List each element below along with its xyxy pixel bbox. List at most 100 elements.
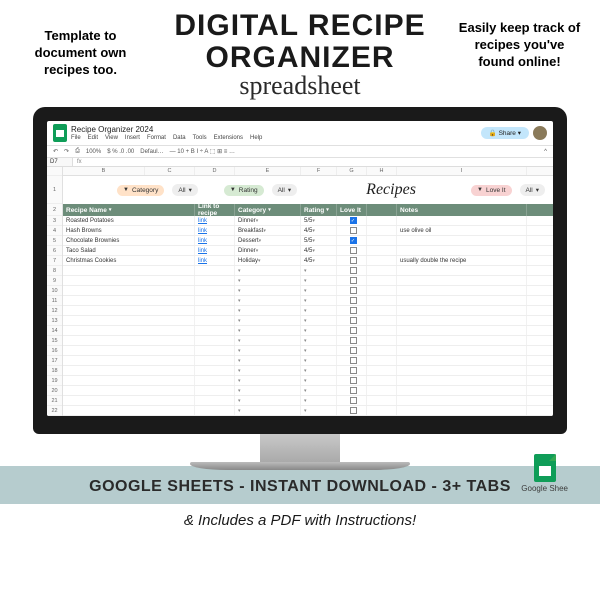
menu-extensions[interactable]: Extensions	[214, 135, 243, 141]
filter-rating[interactable]: ▼Rating	[224, 185, 264, 196]
cell-link[interactable]: link	[195, 226, 235, 235]
cell-notes[interactable]	[397, 236, 527, 245]
filter-love[interactable]: ▼Love It	[471, 185, 511, 196]
menu-help[interactable]: Help	[250, 135, 262, 141]
sheets-logo-icon	[53, 124, 67, 142]
right-note: Easily keep track of recipes you've foun…	[457, 10, 582, 71]
table-row[interactable]: Hash BrownslinkBreakfast ▾4/5 ▾ use olive…	[63, 226, 553, 236]
cell-rating[interactable]: 4/5 ▾	[301, 246, 337, 255]
funnel-icon: ▼	[477, 187, 483, 193]
checkbox-icon: ✓	[350, 217, 357, 224]
sub-banner: & Includes a PDF with Instructions!	[0, 504, 600, 543]
sheets-titlebar: Recipe Organizer 2024 File Edit View Ins…	[47, 121, 553, 146]
table-row[interactable]: ▾▾	[63, 376, 553, 386]
checkbox-icon	[350, 357, 357, 364]
cell-notes[interactable]: use olive oil	[397, 226, 527, 235]
menu-edit[interactable]: Edit	[88, 135, 98, 141]
cell-category[interactable]: Dessert ▾	[235, 236, 301, 245]
table-row[interactable]: ▾▾	[63, 406, 553, 416]
funnel-icon: ▼	[230, 187, 236, 193]
feature-banner: GOOGLE SHEETS - INSTANT DOWNLOAD - 3+ TA…	[0, 466, 600, 504]
table-row[interactable]: ▾▾	[63, 346, 553, 356]
cell-link[interactable]: link	[195, 256, 235, 265]
zoom-select[interactable]: 100%	[86, 149, 101, 155]
table-row[interactable]: Christmas CookieslinkHoliday ▾4/5 ▾ usual…	[63, 256, 553, 266]
menu-file[interactable]: File	[71, 135, 81, 141]
name-box[interactable]: D7	[47, 158, 73, 166]
doc-name[interactable]: Recipe Organizer 2024	[71, 125, 477, 134]
print-button[interactable]: ⎙	[75, 148, 80, 155]
cell-notes[interactable]: usually double the recipe	[397, 256, 527, 265]
cell-rating[interactable]: 5/5 ▾	[301, 236, 337, 245]
toolbar: ↶ ↷ ⎙ 100% $ % .0 .00 Defaul… — 10 + B I…	[47, 146, 553, 158]
checkbox-icon	[350, 287, 357, 294]
table-row[interactable]: ▾▾	[63, 306, 553, 316]
table-row[interactable]: ▾▾	[63, 396, 553, 406]
checkbox-icon	[350, 397, 357, 404]
checkbox-icon	[350, 247, 357, 254]
cell-name[interactable]: Roasted Potatoes	[63, 216, 195, 225]
checkbox-icon	[350, 277, 357, 284]
checkbox-icon	[350, 267, 357, 274]
cell-rating[interactable]: 4/5 ▾	[301, 256, 337, 265]
table-row[interactable]: ▾▾	[63, 316, 553, 326]
table-row[interactable]: ▾▾	[63, 366, 553, 376]
table-header: Recipe Name▾ Link to recipe Category▾ Ra…	[63, 204, 553, 216]
table-row[interactable]: ▾▾	[63, 356, 553, 366]
undo-button[interactable]: ↶	[53, 148, 58, 155]
cell-category[interactable]: Holiday ▾	[235, 256, 301, 265]
cell-link[interactable]: link	[195, 216, 235, 225]
menu-insert[interactable]: Insert	[125, 135, 140, 141]
cell-notes[interactable]	[397, 216, 527, 225]
cell-name[interactable]: Christmas Cookies	[63, 256, 195, 265]
redo-button[interactable]: ↷	[64, 148, 69, 155]
cell-notes[interactable]	[397, 246, 527, 255]
toolbar-more[interactable]: ^	[544, 149, 547, 155]
menu-view[interactable]: View	[105, 135, 118, 141]
checkbox-icon	[350, 307, 357, 314]
table-row[interactable]: ▾▾	[63, 326, 553, 336]
screen: Recipe Organizer 2024 File Edit View Ins…	[47, 121, 553, 416]
cell-love[interactable]	[337, 246, 367, 255]
checkbox-icon: ✓	[350, 237, 357, 244]
filter-category-value[interactable]: All ▾	[172, 184, 198, 196]
cell-category[interactable]: Dinner ▾	[235, 216, 301, 225]
table-row[interactable]: ▾▾	[63, 336, 553, 346]
filter-category[interactable]: ▼Category	[117, 185, 164, 196]
table-row[interactable]: Roasted PotatoeslinkDinner ▾5/5 ▾ ✓	[63, 216, 553, 226]
menu-format[interactable]: Format	[147, 135, 166, 141]
checkbox-icon	[350, 377, 357, 384]
filter-rating-value[interactable]: All ▾	[272, 184, 298, 196]
checkbox-icon	[350, 317, 357, 324]
monitor: Recipe Organizer 2024 File Edit View Ins…	[33, 107, 567, 470]
google-sheets-badge: Google Shee	[521, 454, 568, 493]
avatar[interactable]	[533, 126, 547, 140]
cell-love[interactable]: ✓	[337, 216, 367, 225]
table-row[interactable]: ▾▾	[63, 276, 553, 286]
filter-love-value[interactable]: All ▾	[520, 184, 546, 196]
cell-rating[interactable]: 4/5 ▾	[301, 226, 337, 235]
cell-name[interactable]: Hash Browns	[63, 226, 195, 235]
cell-name[interactable]: Taco Salad	[63, 246, 195, 255]
cell-rating[interactable]: 5/5 ▾	[301, 216, 337, 225]
cell-love[interactable]: ✓	[337, 236, 367, 245]
cell-love[interactable]	[337, 256, 367, 265]
table-row[interactable]: ▾▾	[63, 286, 553, 296]
cell-name[interactable]: Chocolate Brownies	[63, 236, 195, 245]
menubar: File Edit View Insert Format Data Tools …	[71, 135, 477, 141]
cell-category[interactable]: Breakfast ▾	[235, 226, 301, 235]
menu-tools[interactable]: Tools	[193, 135, 207, 141]
cell-link[interactable]: link	[195, 246, 235, 255]
share-button[interactable]: 🔒 Share ▾	[481, 127, 529, 139]
cell-love[interactable]	[337, 226, 367, 235]
sheet-title: Recipes	[305, 181, 467, 199]
table-row[interactable]: Taco SaladlinkDinner ▾4/5 ▾	[63, 246, 553, 256]
table-row[interactable]: ▾▾	[63, 386, 553, 396]
table-row[interactable]: ▾▾	[63, 266, 553, 276]
menu-data[interactable]: Data	[173, 135, 186, 141]
table-row[interactable]: Chocolate BrownieslinkDessert ▾5/5 ▾ ✓	[63, 236, 553, 246]
table-row[interactable]: ▾▾	[63, 296, 553, 306]
cell-link[interactable]: link	[195, 236, 235, 245]
cell-category[interactable]: Dinner ▾	[235, 246, 301, 255]
font-select[interactable]: Defaul…	[140, 149, 163, 155]
